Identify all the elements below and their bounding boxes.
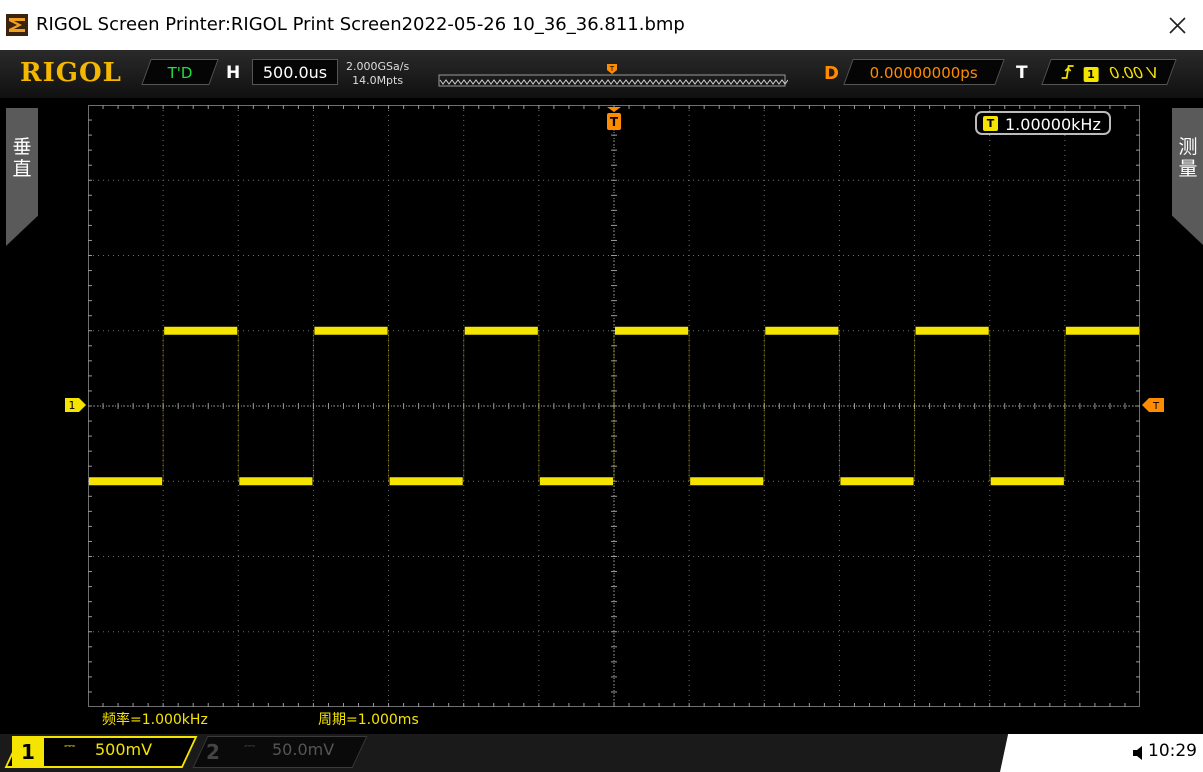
scope-status-bar: RIGOL T'D H 500.0us 2.000GSa/s 14.0Mpts … [0, 50, 1203, 98]
rigol-logo: RIGOL [20, 58, 122, 88]
trigger-source-badge: 1 [1082, 67, 1098, 82]
vertical-menu-tab[interactable]: 垂 直 [6, 108, 38, 246]
channel-bar: 1 ⎓ 500mV 2 ⎓ 50.0mV 10:29 [0, 734, 1203, 772]
horizontal-label: H [226, 63, 241, 83]
delay-text: 0.00000000ps [869, 64, 978, 82]
waveform-grid [88, 105, 1140, 707]
rising-edge-icon [1061, 65, 1074, 79]
measure-menu-tab[interactable]: 测 量 [1172, 108, 1203, 246]
ch1-scale: 500mV [95, 740, 153, 759]
counter-badge: T [983, 116, 998, 131]
period-measurement: 周期=1.000ms [318, 712, 419, 728]
run-state-label: T'D [167, 64, 193, 82]
ch2-number: 2 [206, 740, 220, 764]
sample-rate-info: 2.000GSa/s 14.0Mpts [346, 60, 409, 88]
counter-value: 1.00000kHz [1005, 115, 1101, 134]
close-icon[interactable] [1153, 0, 1203, 50]
trigger-level-marker[interactable]: T [1141, 397, 1165, 413]
sample-rate: 2.000GSa/s [346, 60, 410, 73]
memory-waveform-overview: T [438, 64, 788, 87]
trigger-level: 0.00 V [1105, 64, 1161, 82]
measure-tab-char-2: 量 [1178, 158, 1198, 180]
trigger-position-marker[interactable]: T [606, 106, 622, 132]
trigger-position-marker-label: T [610, 115, 619, 129]
frequency-counter[interactable]: T 1.00000kHz [975, 111, 1111, 135]
delay-label: D [824, 63, 839, 84]
speaker-icon[interactable] [1132, 745, 1146, 761]
overview-wave [439, 79, 788, 85]
delay-value[interactable]: 0.00000000ps [843, 59, 1005, 85]
ch1-offset-marker[interactable]: 1 [64, 397, 88, 413]
vertical-tab-char-1: 垂 [12, 136, 32, 158]
window-title: RIGOL Screen Printer:RIGOL Print Screen2… [36, 14, 685, 35]
ch2-scale: 50.0mV [272, 740, 335, 759]
trigger-level-marker-label: T [1152, 401, 1160, 412]
app-icon [6, 14, 28, 36]
frequency-measurement: 频率=1.000kHz [102, 712, 208, 728]
trigger-settings[interactable]: 1 0.00 V [1041, 59, 1177, 86]
vertical-tab-char-2: 直 [12, 158, 32, 180]
window-titlebar: RIGOL Screen Printer:RIGOL Print Screen2… [0, 0, 1203, 50]
ch1-offset-marker-label: 1 [69, 399, 76, 412]
trigger-content: 1 0.00 V [1060, 60, 1160, 86]
overview-trigger-marker: T [609, 65, 615, 73]
measure-tab-char-1: 测 [1178, 136, 1198, 158]
close-button[interactable] [1153, 0, 1203, 50]
trigger-label: T [1016, 63, 1028, 83]
oscilloscope-screen: RIGOL T'D H 500.0us 2.000GSa/s 14.0Mpts … [0, 50, 1203, 772]
memory-depth: 14.0Mpts [352, 74, 404, 87]
ch1-dc-coupling-icon: ⎓ [64, 738, 76, 754]
run-state-indicator[interactable]: T'D [141, 59, 219, 85]
clock: 10:29 [1148, 741, 1197, 761]
ch1-number: 1 [12, 736, 44, 768]
ch2-dc-coupling-icon: ⎓ [244, 738, 256, 754]
timebase-value[interactable]: 500.0us [252, 59, 338, 85]
